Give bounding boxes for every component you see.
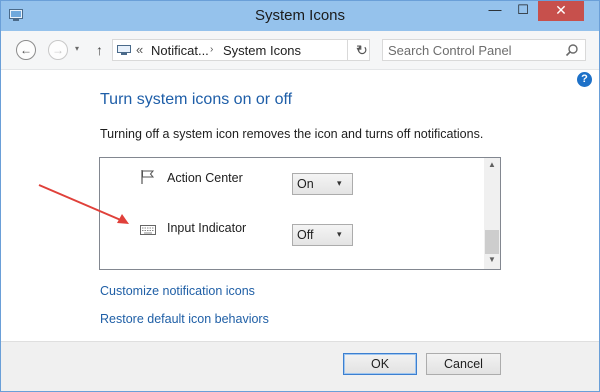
action-center-value: On: [297, 177, 314, 191]
scrollbar-thumb[interactable]: [485, 230, 499, 254]
title-bar[interactable]: System Icons — ☐ ✕: [1, 1, 599, 31]
page-description: Turning off a system icon removes the ic…: [100, 127, 484, 141]
maximize-button[interactable]: ☐: [510, 1, 536, 21]
flag-icon: [141, 170, 155, 184]
customize-notification-icons-link[interactable]: Customize notification icons: [100, 284, 255, 298]
help-icon[interactable]: ?: [577, 72, 592, 87]
close-button[interactable]: ✕: [538, 1, 584, 21]
scroll-up-icon[interactable]: ▲: [484, 160, 500, 169]
restore-default-icon-behaviors-link[interactable]: Restore default icon behaviors: [100, 312, 269, 326]
action-center-label: Action Center: [167, 171, 243, 185]
control-panel-icon: [117, 45, 131, 55]
page-title: Turn system icons on or off: [100, 91, 293, 108]
up-arrow-icon[interactable]: ↑: [96, 42, 103, 58]
recent-locations-chevron-icon[interactable]: ▾: [75, 44, 79, 53]
ok-button[interactable]: OK: [343, 353, 417, 375]
input-indicator-value: Off: [297, 228, 314, 242]
list-scrollbar[interactable]: ▲ ▼: [484, 158, 500, 269]
scroll-down-icon[interactable]: ▼: [484, 255, 500, 264]
red-arrow-annotation: [38, 184, 129, 224]
navigation-bar: ← → ▾ ↑ « Notificat... › System Icons ▾ …: [1, 31, 599, 70]
dialog-footer: OK Cancel: [1, 341, 599, 391]
chevron-down-icon: ▾: [337, 178, 342, 188]
search-input[interactable]: [388, 42, 558, 58]
chevron-down-icon: ▾: [337, 229, 342, 239]
breadcrumb-chevron-icon[interactable]: ›: [210, 44, 213, 55]
action-center-select[interactable]: On ▾: [292, 173, 353, 195]
address-bar[interactable]: « Notificat... › System Icons: [112, 39, 348, 61]
search-icon[interactable]: [565, 43, 579, 57]
breadcrumb-system-icons[interactable]: System Icons: [223, 43, 301, 58]
input-indicator-select[interactable]: Off ▾: [292, 224, 353, 246]
breadcrumb-overflow-icon[interactable]: «: [136, 42, 143, 57]
system-icons-list[interactable]: Action Center On ▾ Input Indicator Off ▾…: [99, 157, 501, 270]
cancel-button[interactable]: Cancel: [426, 353, 501, 375]
breadcrumb-notifications[interactable]: Notificat...: [151, 43, 209, 58]
search-box[interactable]: [382, 39, 586, 61]
system-icons-window: System Icons — ☐ ✕ ← → ▾ ↑ « Notificat..…: [0, 0, 600, 392]
minimize-button[interactable]: —: [482, 1, 508, 21]
keyboard-icon: [140, 225, 156, 235]
forward-button[interactable]: →: [48, 40, 68, 60]
input-indicator-label: Input Indicator: [167, 221, 247, 235]
back-button[interactable]: ←: [16, 40, 36, 60]
refresh-icon[interactable]: ↻: [351, 39, 373, 61]
